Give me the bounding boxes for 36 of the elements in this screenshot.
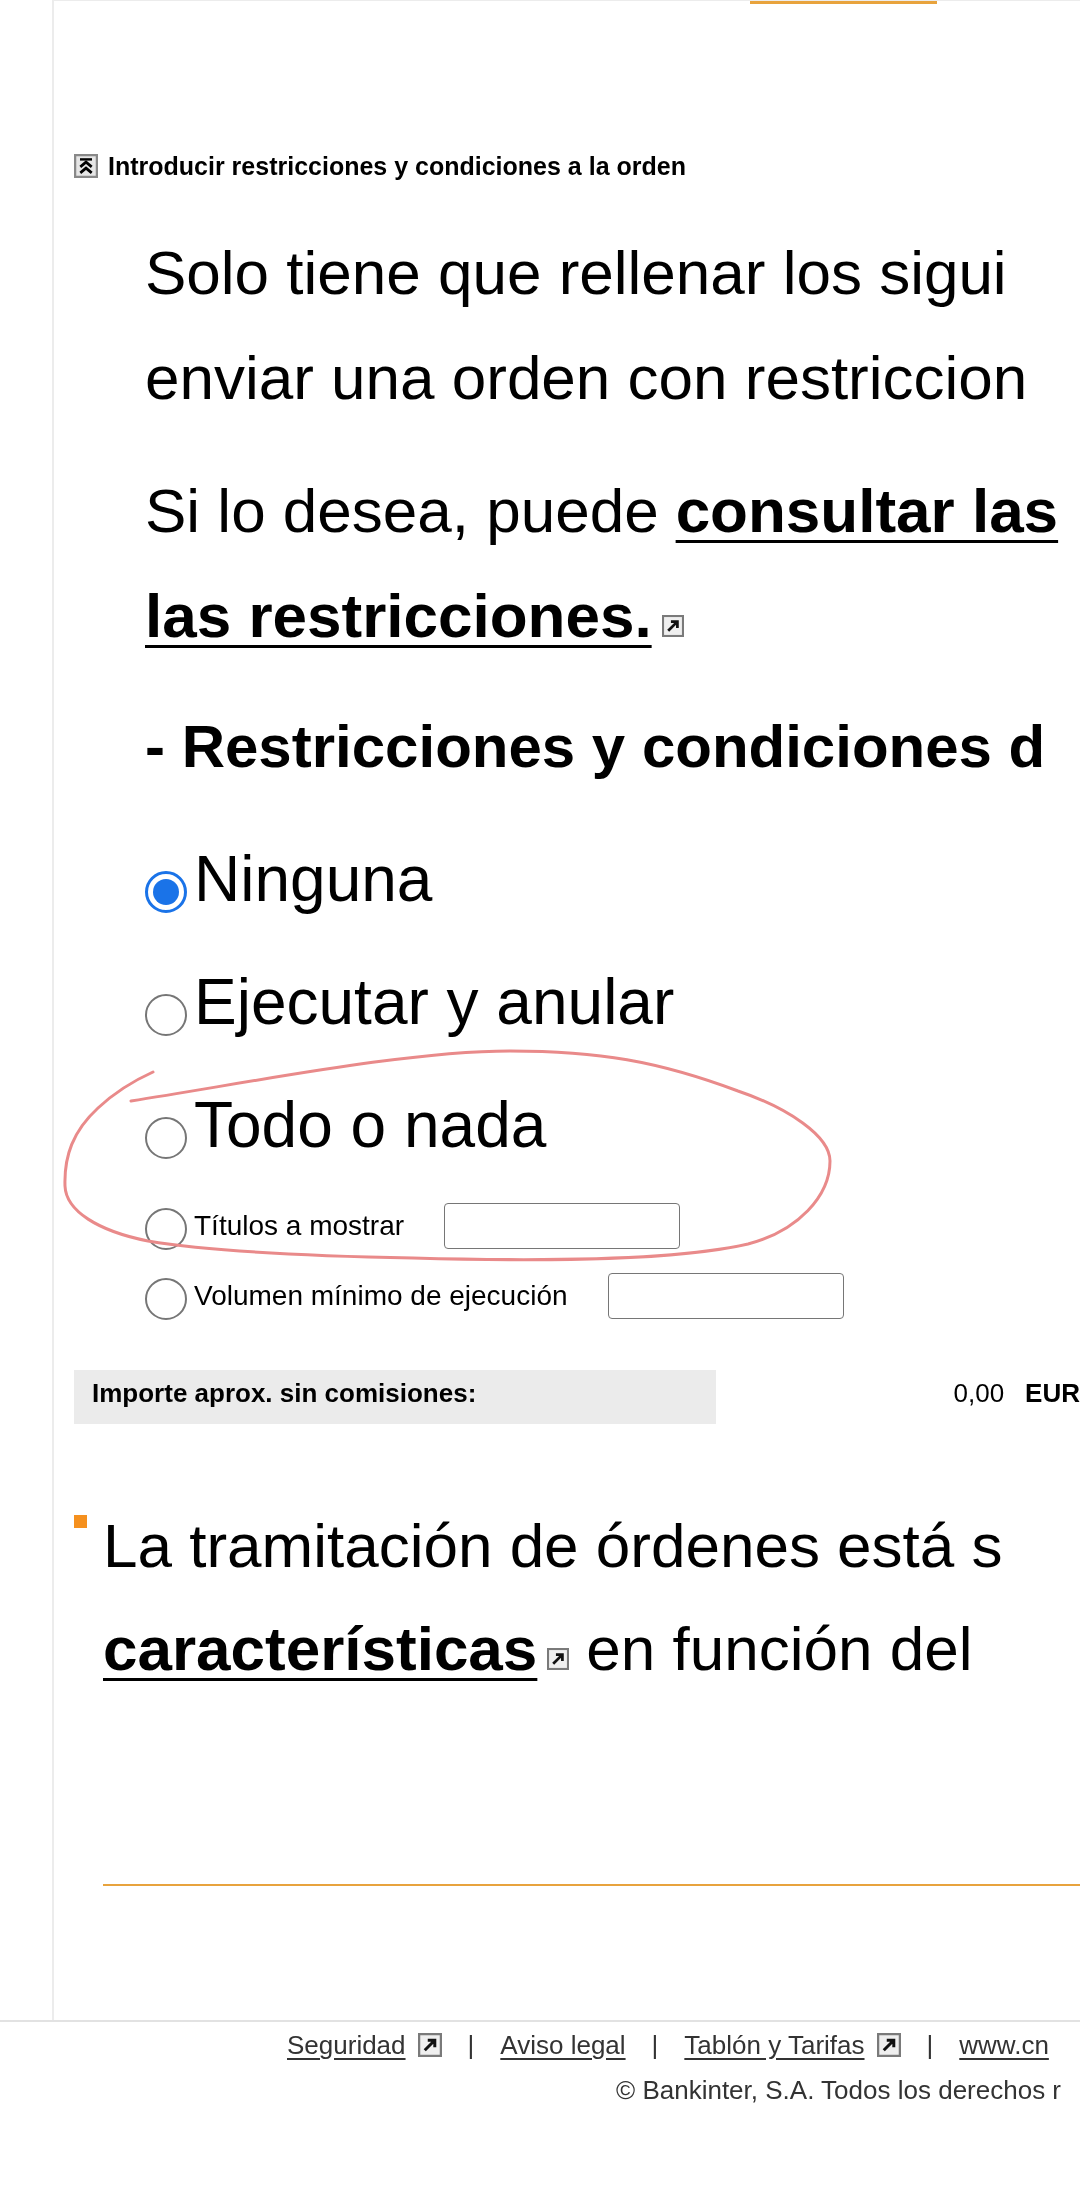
estimate-amount: 0,00 — [953, 1378, 1005, 1408]
footer-link[interactable]: Aviso legal — [500, 2028, 626, 2062]
currency-label: EUR — [1025, 1378, 1080, 1408]
option-label[interactable]: Volumen mínimo de ejecución — [194, 1282, 568, 1310]
separator: | — [926, 2029, 934, 2062]
separator: | — [651, 2029, 659, 2062]
copyright-text: © Bankinter, S.A. Todos los derechos r — [616, 2074, 1062, 2107]
footer-link[interactable]: www.cn — [959, 2028, 1049, 2062]
radio-button[interactable] — [145, 870, 187, 913]
section-title[interactable]: Introducir restricciones y condiciones a la orden — [108, 151, 686, 181]
notice-text: características en función del — [103, 1597, 973, 1700]
link[interactable]: consultar las — [675, 458, 1059, 563]
footer-link[interactable]: Tablón y Tarifas — [684, 2028, 865, 2062]
options-heading: - Restricciones y condiciones d — [145, 712, 1046, 782]
footer-link[interactable]: Seguridad — [287, 2028, 406, 2062]
external-link-icon[interactable] — [417, 2033, 442, 2057]
intro-text: enviar una orden con restriccion — [145, 342, 1028, 414]
link[interactable]: las restricciones. — [145, 563, 652, 668]
radio-button[interactable] — [145, 1278, 187, 1320]
separator: | — [467, 2029, 475, 2062]
external-link-icon[interactable] — [876, 2033, 901, 2057]
radio-button[interactable] — [145, 1116, 187, 1159]
radio-button[interactable] — [145, 1208, 187, 1250]
external-link-icon[interactable] — [547, 1648, 570, 1670]
input-field[interactable] — [444, 1203, 681, 1249]
radio-button[interactable] — [145, 993, 187, 1036]
estimate-label: Importe aprox. sin comisiones: — [92, 1378, 477, 1408]
intro-text: Solo tiene que rellenar los sigui — [145, 237, 1007, 309]
input-field[interactable] — [607, 1273, 844, 1319]
option-label[interactable]: Todo o nada — [194, 1092, 547, 1157]
external-link-icon[interactable] — [661, 615, 684, 637]
notice-text: La tramitación de órdenes está s — [103, 1510, 1003, 1582]
link[interactable]: características — [103, 1597, 538, 1700]
info-text: Si lo desea, puede consultar las — [145, 458, 1059, 563]
bullet-icon — [74, 1515, 87, 1528]
option-label[interactable]: Títulos a mostrar — [194, 1212, 405, 1240]
